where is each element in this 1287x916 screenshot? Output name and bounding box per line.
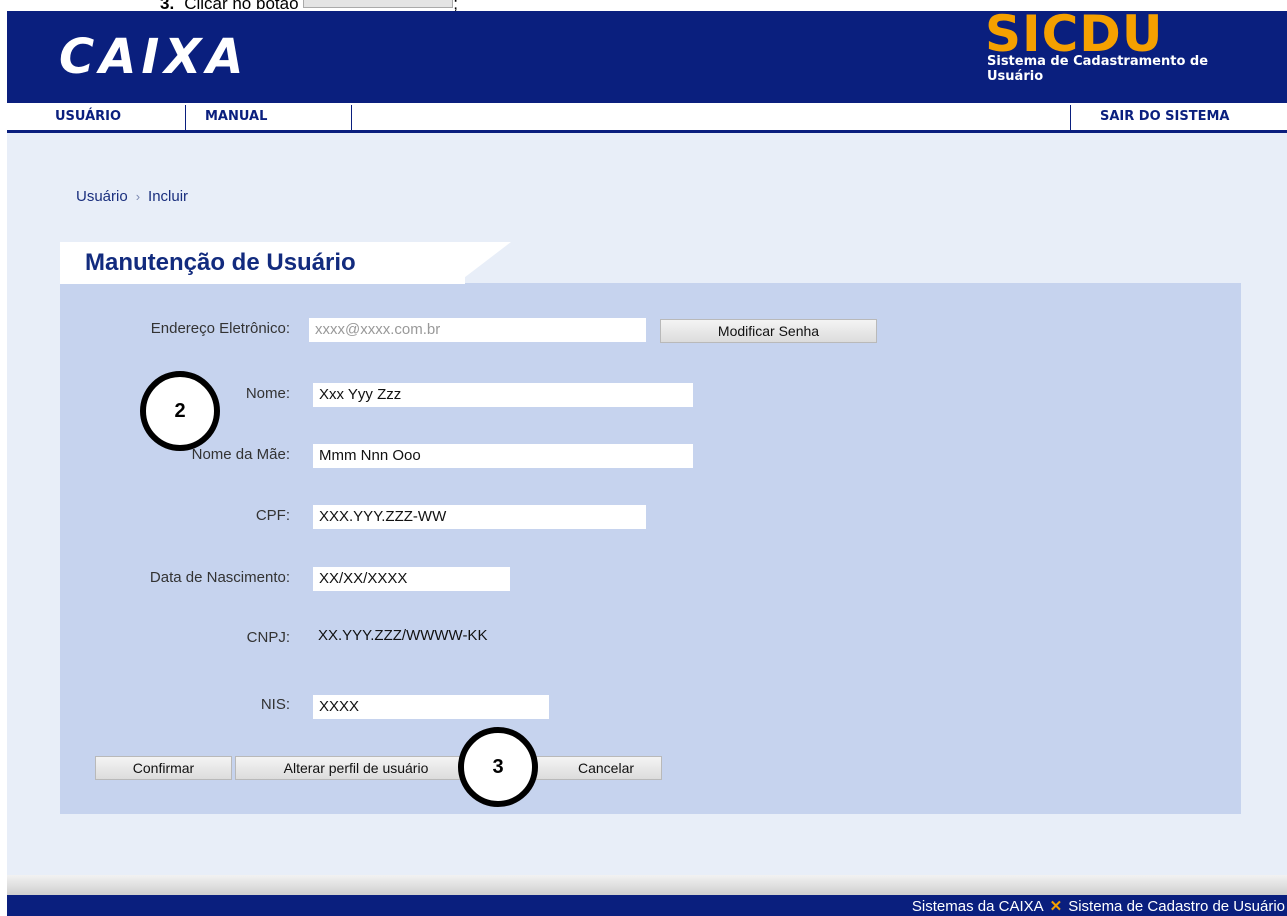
nav-bar: USUÁRIO MANUAL SAIR DO SISTEMA [7,103,1287,133]
callout-3: 3 [458,727,538,807]
nascimento-field[interactable]: XX/XX/XXXX [313,567,510,591]
caixa-logo-text: CAIXA [59,29,249,85]
bottom-band [7,875,1287,895]
panel-tab-corner [456,242,511,284]
caixa-logo: CAIXA [59,29,248,85]
nome-field[interactable]: Xxx Yyy Zzz [313,383,693,407]
header: CAIXA SICDU Sistema de Cadastramento de … [7,5,1287,103]
nis-label: NIS: [260,696,290,713]
nav-manual[interactable]: MANUAL [205,109,267,124]
form-panel [60,283,1241,814]
sicdu-subtitle: Sistema de Cadastramento de Usuário [987,54,1209,84]
cpf-field[interactable]: XXX.YYY.ZZZ-WW [313,505,646,529]
footer-right-text: Sistema de Cadastro de Usuário [1068,898,1285,915]
email-field[interactable]: xxxx@xxxx.com.br [309,318,646,342]
app-window: CAIXA SICDU Sistema de Cadastramento de … [7,5,1287,916]
email-label: Endereço Eletrônico: [150,320,290,337]
mae-field[interactable]: Mmm Nnn Ooo [313,444,693,468]
modify-password-button[interactable]: Modificar Senha [660,319,877,343]
breadcrumb-incluir: Incluir [148,188,189,205]
nav-usuario[interactable]: USUÁRIO [55,109,121,124]
nav-divider [1070,105,1071,131]
footer-text: Sistemas da CAIXA ✕ Sistema de Cadastro de… [912,897,1285,915]
footer-left-text: Sistemas da CAIXA [911,898,1044,915]
cnpj-value: XX.YYY.ZZZ/WWWW-KK [318,627,488,644]
cpf-label: CPF: [255,507,290,524]
mae-label: Nome da Mãe: [191,446,290,463]
footer: Sistemas da CAIXA ✕ Sistema de Cadastro de… [7,895,1287,916]
instruction-button-thumbnail [303,0,454,8]
nome-label: Nome: [245,385,290,402]
breadcrumb: Usuário › Incluir [76,188,188,205]
panel-background-gap [511,242,1241,283]
nav-divider [185,105,186,131]
caixa-x-icon: ✕ [1049,898,1063,915]
page: 3. Clicar no botão ; CAIXA SICDU Sistema … [0,0,1287,916]
nav-sair[interactable]: SAIR DO SISTEMA [1100,109,1229,124]
breadcrumb-separator-icon: › [135,189,141,204]
confirmar-button[interactable]: Confirmar [95,756,232,780]
breadcrumb-usuario[interactable]: Usuário [76,188,128,205]
callout-2: 2 [140,371,220,451]
nis-field[interactable]: XXXX [313,695,549,719]
alterar-perfil-button[interactable]: Alterar perfil de usuário [235,756,477,780]
nav-divider [351,105,352,131]
cnpj-label: CNPJ: [246,629,290,646]
nascimento-label: Data de Nascimento: [149,569,290,586]
page-title: Manutenção de Usuário [85,249,356,276]
